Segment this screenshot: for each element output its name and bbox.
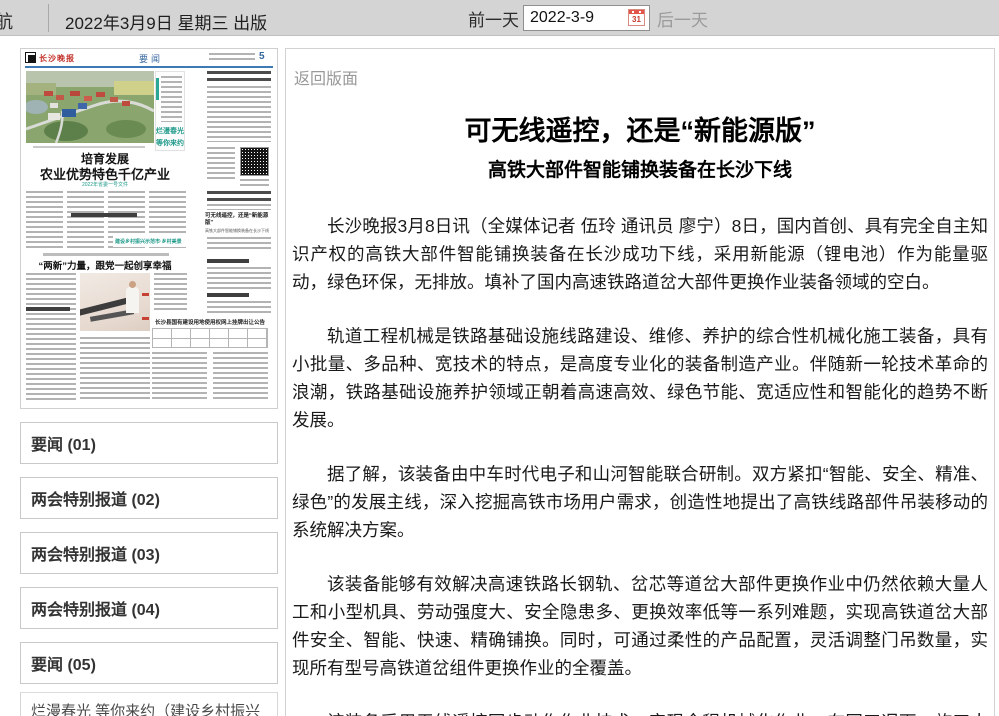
thumb-banner-tab xyxy=(156,78,159,100)
thumb-pageinfo-text xyxy=(209,53,255,62)
article-panel: 返回版面 可无线遥控，还是“新能源版” 高铁大部件智能铺换装备在长沙下线 长沙晚… xyxy=(285,48,995,716)
thumb-right-text xyxy=(207,204,271,210)
thumb-right-headline xyxy=(207,71,271,81)
thumb-photo-person-head xyxy=(129,281,136,288)
thumb-notice-text xyxy=(152,352,207,401)
thumb-banner-line1: 烂漫春光 xyxy=(156,126,184,136)
sidebar-section-04[interactable]: 两会特别报道 (04) xyxy=(20,587,278,629)
thumb-photo-person xyxy=(126,287,139,313)
sidebar-section-03[interactable]: 两会特别报道 (03) xyxy=(20,532,278,574)
thumb-right-text xyxy=(207,86,271,142)
sidebar-section-label: 要闻 (01) xyxy=(31,437,96,454)
thumb-header-rule xyxy=(25,66,273,68)
article-paragraph: 该装备能够有效解决高速铁路长钢轨、岔芯等道岔大部件更换作业中仍然依赖大量人工和小… xyxy=(292,570,988,682)
thumb-right-headline xyxy=(207,191,271,201)
prev-day-link[interactable]: 前一天 xyxy=(468,6,519,31)
sidebar-article-list: 烂漫春光 等你来约（建设乡村振兴示范市·乡村美景） 培育发展农业优势特色千亿产业 xyxy=(20,692,278,716)
thumb-mid-text xyxy=(80,337,150,401)
thumb-subhead: 2022年省委一号文件 xyxy=(21,181,189,188)
thumb-right-subhead xyxy=(207,293,249,297)
thumb-photo-caption xyxy=(33,146,145,148)
thumb-inline-subhead xyxy=(26,307,70,311)
publish-date-label: 2022年3月9日 星期三 出版 xyxy=(65,9,267,34)
thumb-photo-logo xyxy=(142,293,149,296)
calendar-icon-day: 31 xyxy=(629,15,644,25)
thumb-mid-text xyxy=(154,273,187,313)
thumb-page-number: 5 xyxy=(259,51,265,62)
page-thumbnail[interactable]: 长沙晚报 要闻 5 xyxy=(20,48,278,409)
thumb-masthead: 长沙晚报 xyxy=(39,53,75,64)
thumb-banner-line2: 等你来约 xyxy=(156,138,184,148)
thumb-headline2: “两新”力量，跟党一起创享幸福 xyxy=(21,258,189,272)
thumb-right-text xyxy=(240,179,269,187)
thumb-worker-photo xyxy=(80,273,150,331)
thumb-section-name: 要闻 xyxy=(121,52,181,65)
thumb-inline-subhead xyxy=(71,213,137,217)
thumb-qr-code xyxy=(240,147,269,176)
thumb-notice-title: 长沙县国有建设用地使用权网上挂牌出让公告 xyxy=(151,318,269,326)
thumb-right-text xyxy=(207,301,271,313)
sidebar-section-label: 两会特别报道 (04) xyxy=(31,602,160,619)
next-day-link[interactable]: 后一天 xyxy=(657,6,708,31)
thumb-right-text xyxy=(207,147,235,181)
article-paragraph: 据了解，该装备由中车时代电子和山河智能联合研制。双方紧扣“智能、安全、精准、绿色… xyxy=(292,460,988,544)
article-paragraph: 该装备采用无线遥控同步动作作业技术，实现全程机械化作业，在同工况下，施工人员较行… xyxy=(292,708,988,716)
thumb-banner: 烂漫春光 等你来约 xyxy=(155,71,185,151)
article-subtitle: 高铁大部件智能铺换装备在长沙下线 xyxy=(286,155,994,182)
thumb-right-subhead xyxy=(207,259,249,263)
nav-link-fragment[interactable]: 航 xyxy=(0,8,13,34)
thumb-eyebrow-line xyxy=(43,253,169,256)
sidebar: 长沙晚报 要闻 5 xyxy=(20,48,278,716)
sidebar-article-link[interactable]: 烂漫春光 等你来约（建设乡村振兴示范市·乡村美景） xyxy=(21,692,277,716)
article-body: 长沙晚报3月8日讯（全媒体记者 伍玲 通讯员 廖宁）8日，国内首创、具有完全自主… xyxy=(292,212,988,716)
thumb-photo-logo xyxy=(142,317,149,320)
date-field-wrap: 31 xyxy=(523,5,650,31)
thumb-text-column xyxy=(26,191,63,249)
topbar: 航 2022年3月9日 星期三 出版 前一天 31 后一天 xyxy=(0,0,999,36)
calendar-icon-header xyxy=(629,10,644,14)
article-title: 可无线遥控，还是“新能源版” xyxy=(286,109,994,148)
sidebar-section-label: 要闻 (05) xyxy=(31,657,96,674)
sidebar-section-label: 两会特别报道 (02) xyxy=(31,492,160,509)
topbar-divider xyxy=(48,4,49,32)
thumb-right-text xyxy=(207,267,271,289)
thumb-text-column xyxy=(67,191,104,249)
date-navigation: 前一天 31 后一天 xyxy=(468,0,708,36)
sidebar-section-02[interactable]: 两会特别报道 (02) xyxy=(20,477,278,519)
thumb-article-headline: 可无线遥控，还是“新能源版” xyxy=(205,213,273,227)
thumb-right-text xyxy=(207,237,271,251)
thumb-notice-table xyxy=(152,328,268,348)
thumb-mid-text xyxy=(26,273,76,401)
thumb-deco-text: 建设乡村振兴示范市·乡村美景 xyxy=(115,238,182,245)
sidebar-section-05[interactable]: 要闻 (05) xyxy=(20,642,278,684)
article-paragraph: 长沙晚报3月8日讯（全媒体记者 伍玲 通讯员 廖宁）8日，国内首创、具有完全自主… xyxy=(292,212,988,296)
back-to-page-link[interactable]: 返回版面 xyxy=(294,65,358,89)
thumb-banner-text xyxy=(161,76,182,122)
thumb-aerial-photo xyxy=(26,71,154,143)
sidebar-section-label: 两会特别报道 (03) xyxy=(31,547,160,564)
article-paragraph: 轨道工程机械是铁路基础设施线路建设、维修、养护的综合性机械化施工装备，具有小批量… xyxy=(292,322,988,434)
sidebar-section-01[interactable]: 要闻 (01) xyxy=(20,422,278,464)
calendar-icon[interactable]: 31 xyxy=(628,9,645,26)
newspaper-logo-icon xyxy=(25,52,36,63)
thumb-article-subline: 高铁大部件智能铺换装备在长沙下线 xyxy=(205,228,273,234)
thumb-notice-text xyxy=(213,352,268,401)
